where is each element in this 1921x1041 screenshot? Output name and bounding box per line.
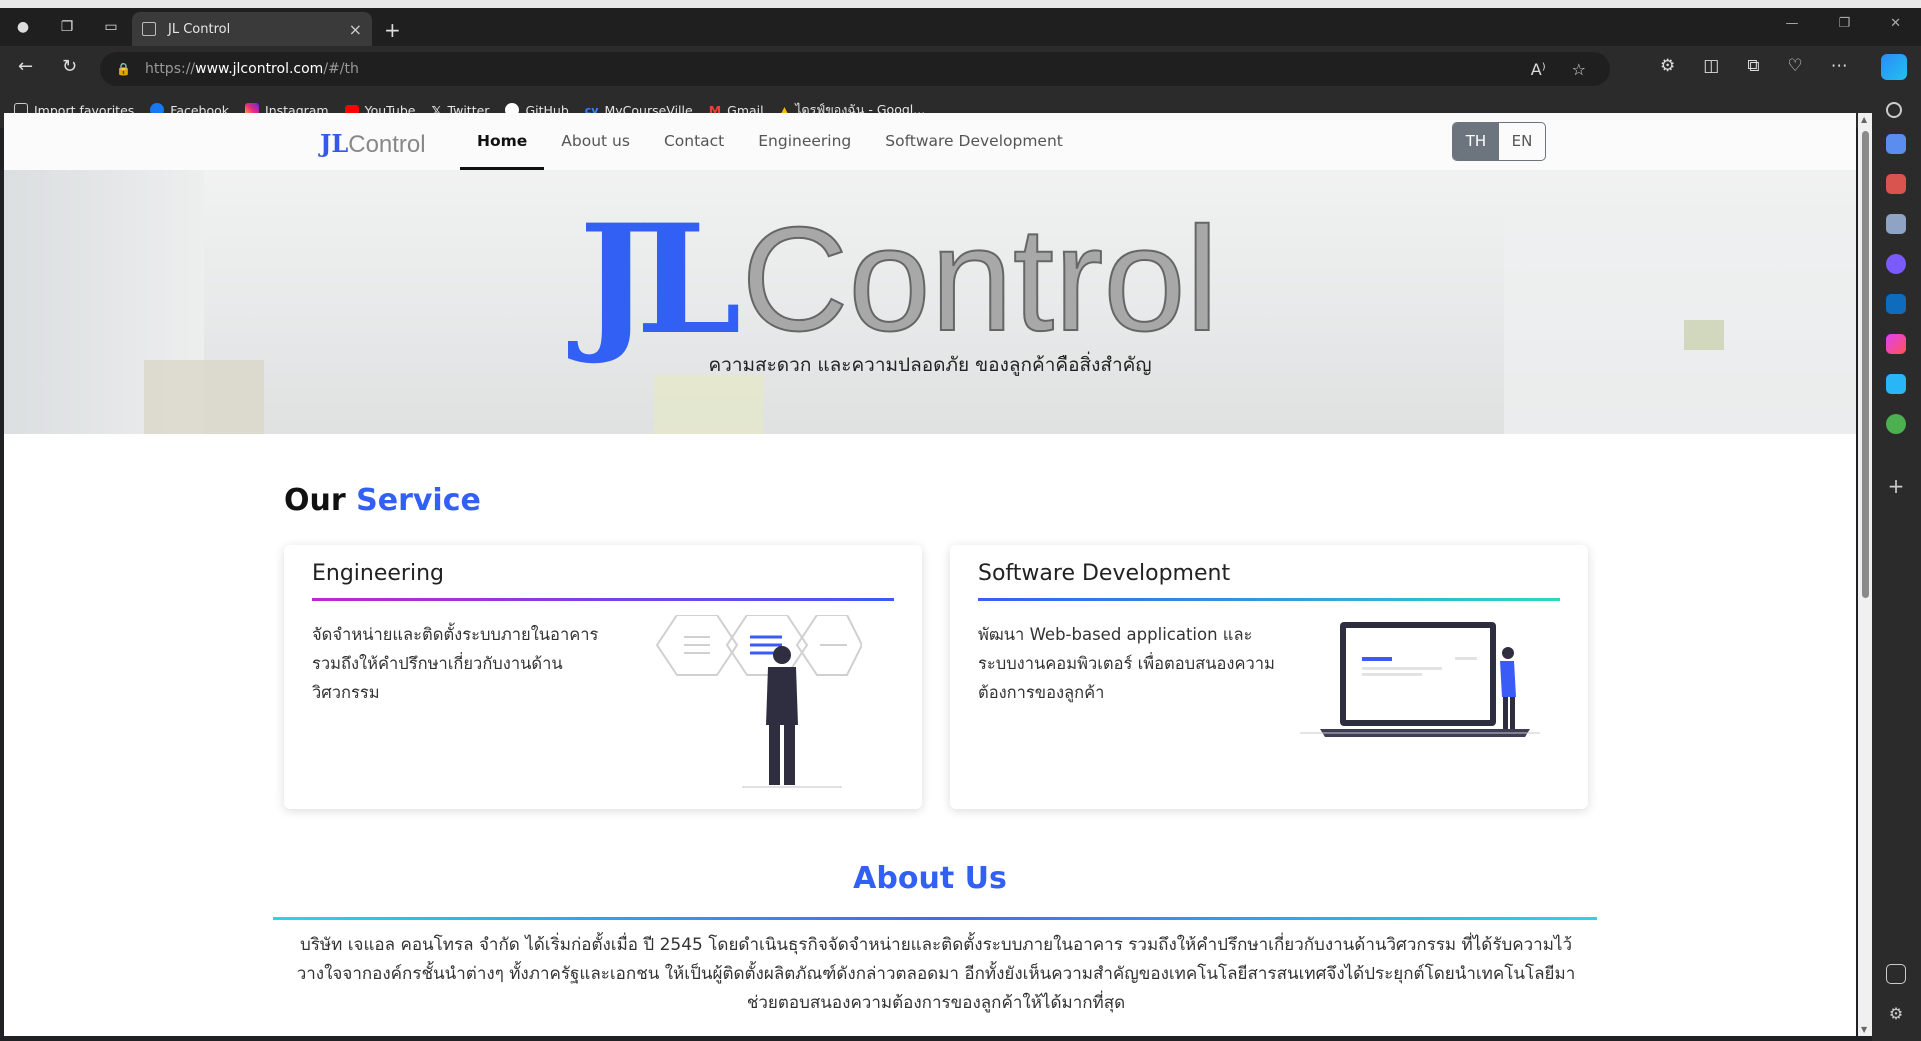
tree-icon[interactable] bbox=[1886, 414, 1906, 434]
copilot-sidebar-icon[interactable] bbox=[1886, 254, 1906, 274]
laptop-illustration-icon bbox=[1300, 622, 1540, 737]
lock-icon[interactable]: 🔒 bbox=[116, 62, 131, 76]
screenshot-icon[interactable] bbox=[1886, 964, 1906, 984]
designer-icon[interactable] bbox=[1886, 334, 1906, 354]
url-protocol: https:// bbox=[144, 61, 196, 77]
scroll-up-icon[interactable]: ▲ bbox=[1861, 115, 1867, 124]
close-window-icon[interactable]: ✕ bbox=[1890, 16, 1901, 31]
site-logo[interactable]: JLControl bbox=[320, 129, 426, 159]
url-host: www.jlcontrol.com bbox=[195, 61, 324, 77]
lang-en-button[interactable]: EN bbox=[1499, 123, 1545, 160]
hero-logo-control: Control bbox=[740, 197, 1219, 362]
minimize-icon[interactable]: — bbox=[1785, 16, 1798, 31]
lang-th-button[interactable]: TH bbox=[1453, 123, 1499, 160]
nav-about-us[interactable]: About us bbox=[544, 113, 647, 170]
close-tab-icon[interactable]: × bbox=[349, 20, 362, 39]
card-divider bbox=[978, 598, 1560, 601]
logo-control: Control bbox=[348, 131, 426, 158]
web-page: JLControl Home About us Contact Engineer… bbox=[4, 113, 1856, 1036]
vertical-tabs-icon[interactable]: ▭ bbox=[98, 14, 124, 40]
shopping-tag-icon[interactable] bbox=[1886, 134, 1906, 154]
extensions-icon[interactable]: ⚙ bbox=[1660, 56, 1675, 76]
edge-sidebar: + ⚙ bbox=[1872, 92, 1921, 1041]
service-card-software[interactable]: Software Development พัฒนา Web-based app… bbox=[950, 545, 1588, 809]
about-us-heading: About Us bbox=[853, 861, 1007, 896]
card-divider bbox=[312, 598, 894, 601]
add-icon[interactable]: + bbox=[1886, 474, 1906, 498]
hero-tagline: ความสะดวก และความปลอดภัย ของลูกค้าคือสิ่… bbox=[708, 354, 1152, 376]
browser-tab[interactable]: JL Control × bbox=[132, 12, 372, 46]
about-us-divider bbox=[273, 917, 1597, 920]
engineering-illustration-icon bbox=[655, 615, 862, 788]
services-heading: Our Service bbox=[284, 483, 481, 518]
collections-icon[interactable]: ⧉ bbox=[1747, 56, 1759, 76]
language-toggle: TH EN bbox=[1452, 122, 1546, 161]
settings-icon[interactable]: ⚙ bbox=[1886, 1004, 1906, 1024]
url-path: /#/th bbox=[323, 61, 359, 77]
page-scrollbar[interactable]: ▲ ▼ bbox=[1858, 113, 1872, 1036]
scroll-thumb[interactable] bbox=[1862, 131, 1869, 598]
url-field[interactable]: 🔒 https:// www.jlcontrol.com /#/th A⁾ ☆ bbox=[100, 52, 1610, 86]
outlook-icon[interactable] bbox=[1886, 294, 1906, 314]
new-tab-icon[interactable]: + bbox=[384, 18, 401, 42]
card-title: Software Development bbox=[978, 561, 1231, 586]
heading-our: Our bbox=[284, 483, 346, 518]
tab-title: JL Control bbox=[168, 21, 231, 37]
copilot-icon[interactable] bbox=[1881, 54, 1907, 80]
profile-icon[interactable]: ● bbox=[10, 14, 36, 40]
address-bar-row: ← ↻ 🔒 https:// www.jlcontrol.com /#/th A… bbox=[0, 46, 1921, 92]
browser-essentials-icon[interactable]: ♡ bbox=[1787, 56, 1802, 76]
hero-logo: JL Control bbox=[579, 192, 1220, 368]
split-screen-icon[interactable]: ◫ bbox=[1703, 56, 1719, 76]
scroll-down-icon[interactable]: ▼ bbox=[1861, 1025, 1867, 1034]
tools-icon[interactable] bbox=[1886, 174, 1906, 194]
about-us-text: บริษัท เจแอล คอนโทรล จำกัด ได้เริ่มก่อตั… bbox=[296, 935, 1576, 1013]
hero-banner: JL Control ความสะดวก และความปลอดภัย ของล… bbox=[4, 170, 1856, 434]
browser-titlebar: ● ❐ ▭ JL Control × + — ❐ ✕ bbox=[0, 0, 1921, 46]
restore-icon[interactable]: ❐ bbox=[1838, 16, 1850, 31]
send-icon[interactable] bbox=[1886, 374, 1906, 394]
back-icon[interactable]: ← bbox=[18, 56, 33, 77]
nav-contact[interactable]: Contact bbox=[647, 113, 741, 170]
card-text: พัฒนา Web-based application และระบบงานคอ… bbox=[978, 625, 1275, 702]
nav-links: Home About us Contact Engineering Softwa… bbox=[460, 113, 1080, 170]
card-text: จัดจำหน่ายและติดตั้งระบบภายในอาคาร รวมถึ… bbox=[312, 625, 599, 702]
hero-logo-jl: JL bbox=[579, 192, 741, 368]
card-title: Engineering bbox=[312, 561, 444, 586]
more-menu-icon[interactable]: ⋯ bbox=[1831, 56, 1848, 76]
read-aloud-icon[interactable]: A⁾ bbox=[1531, 60, 1546, 79]
nav-engineering[interactable]: Engineering bbox=[741, 113, 868, 170]
search-icon[interactable] bbox=[1886, 102, 1902, 118]
nav-home[interactable]: Home bbox=[460, 113, 545, 170]
favorite-star-icon[interactable]: ☆ bbox=[1572, 60, 1586, 79]
workspaces-icon[interactable]: ❐ bbox=[54, 14, 80, 40]
nav-software-development[interactable]: Software Development bbox=[868, 113, 1080, 170]
games-icon[interactable] bbox=[1886, 214, 1906, 234]
page-icon bbox=[142, 22, 156, 36]
site-navbar: JLControl Home About us Contact Engineer… bbox=[4, 113, 1856, 170]
logo-jl: JL bbox=[320, 129, 349, 158]
heading-service: Service bbox=[356, 483, 481, 518]
refresh-icon[interactable]: ↻ bbox=[62, 56, 77, 77]
service-card-engineering[interactable]: Engineering จัดจำหน่ายและติดตั้งระบบภายใ… bbox=[284, 545, 922, 809]
